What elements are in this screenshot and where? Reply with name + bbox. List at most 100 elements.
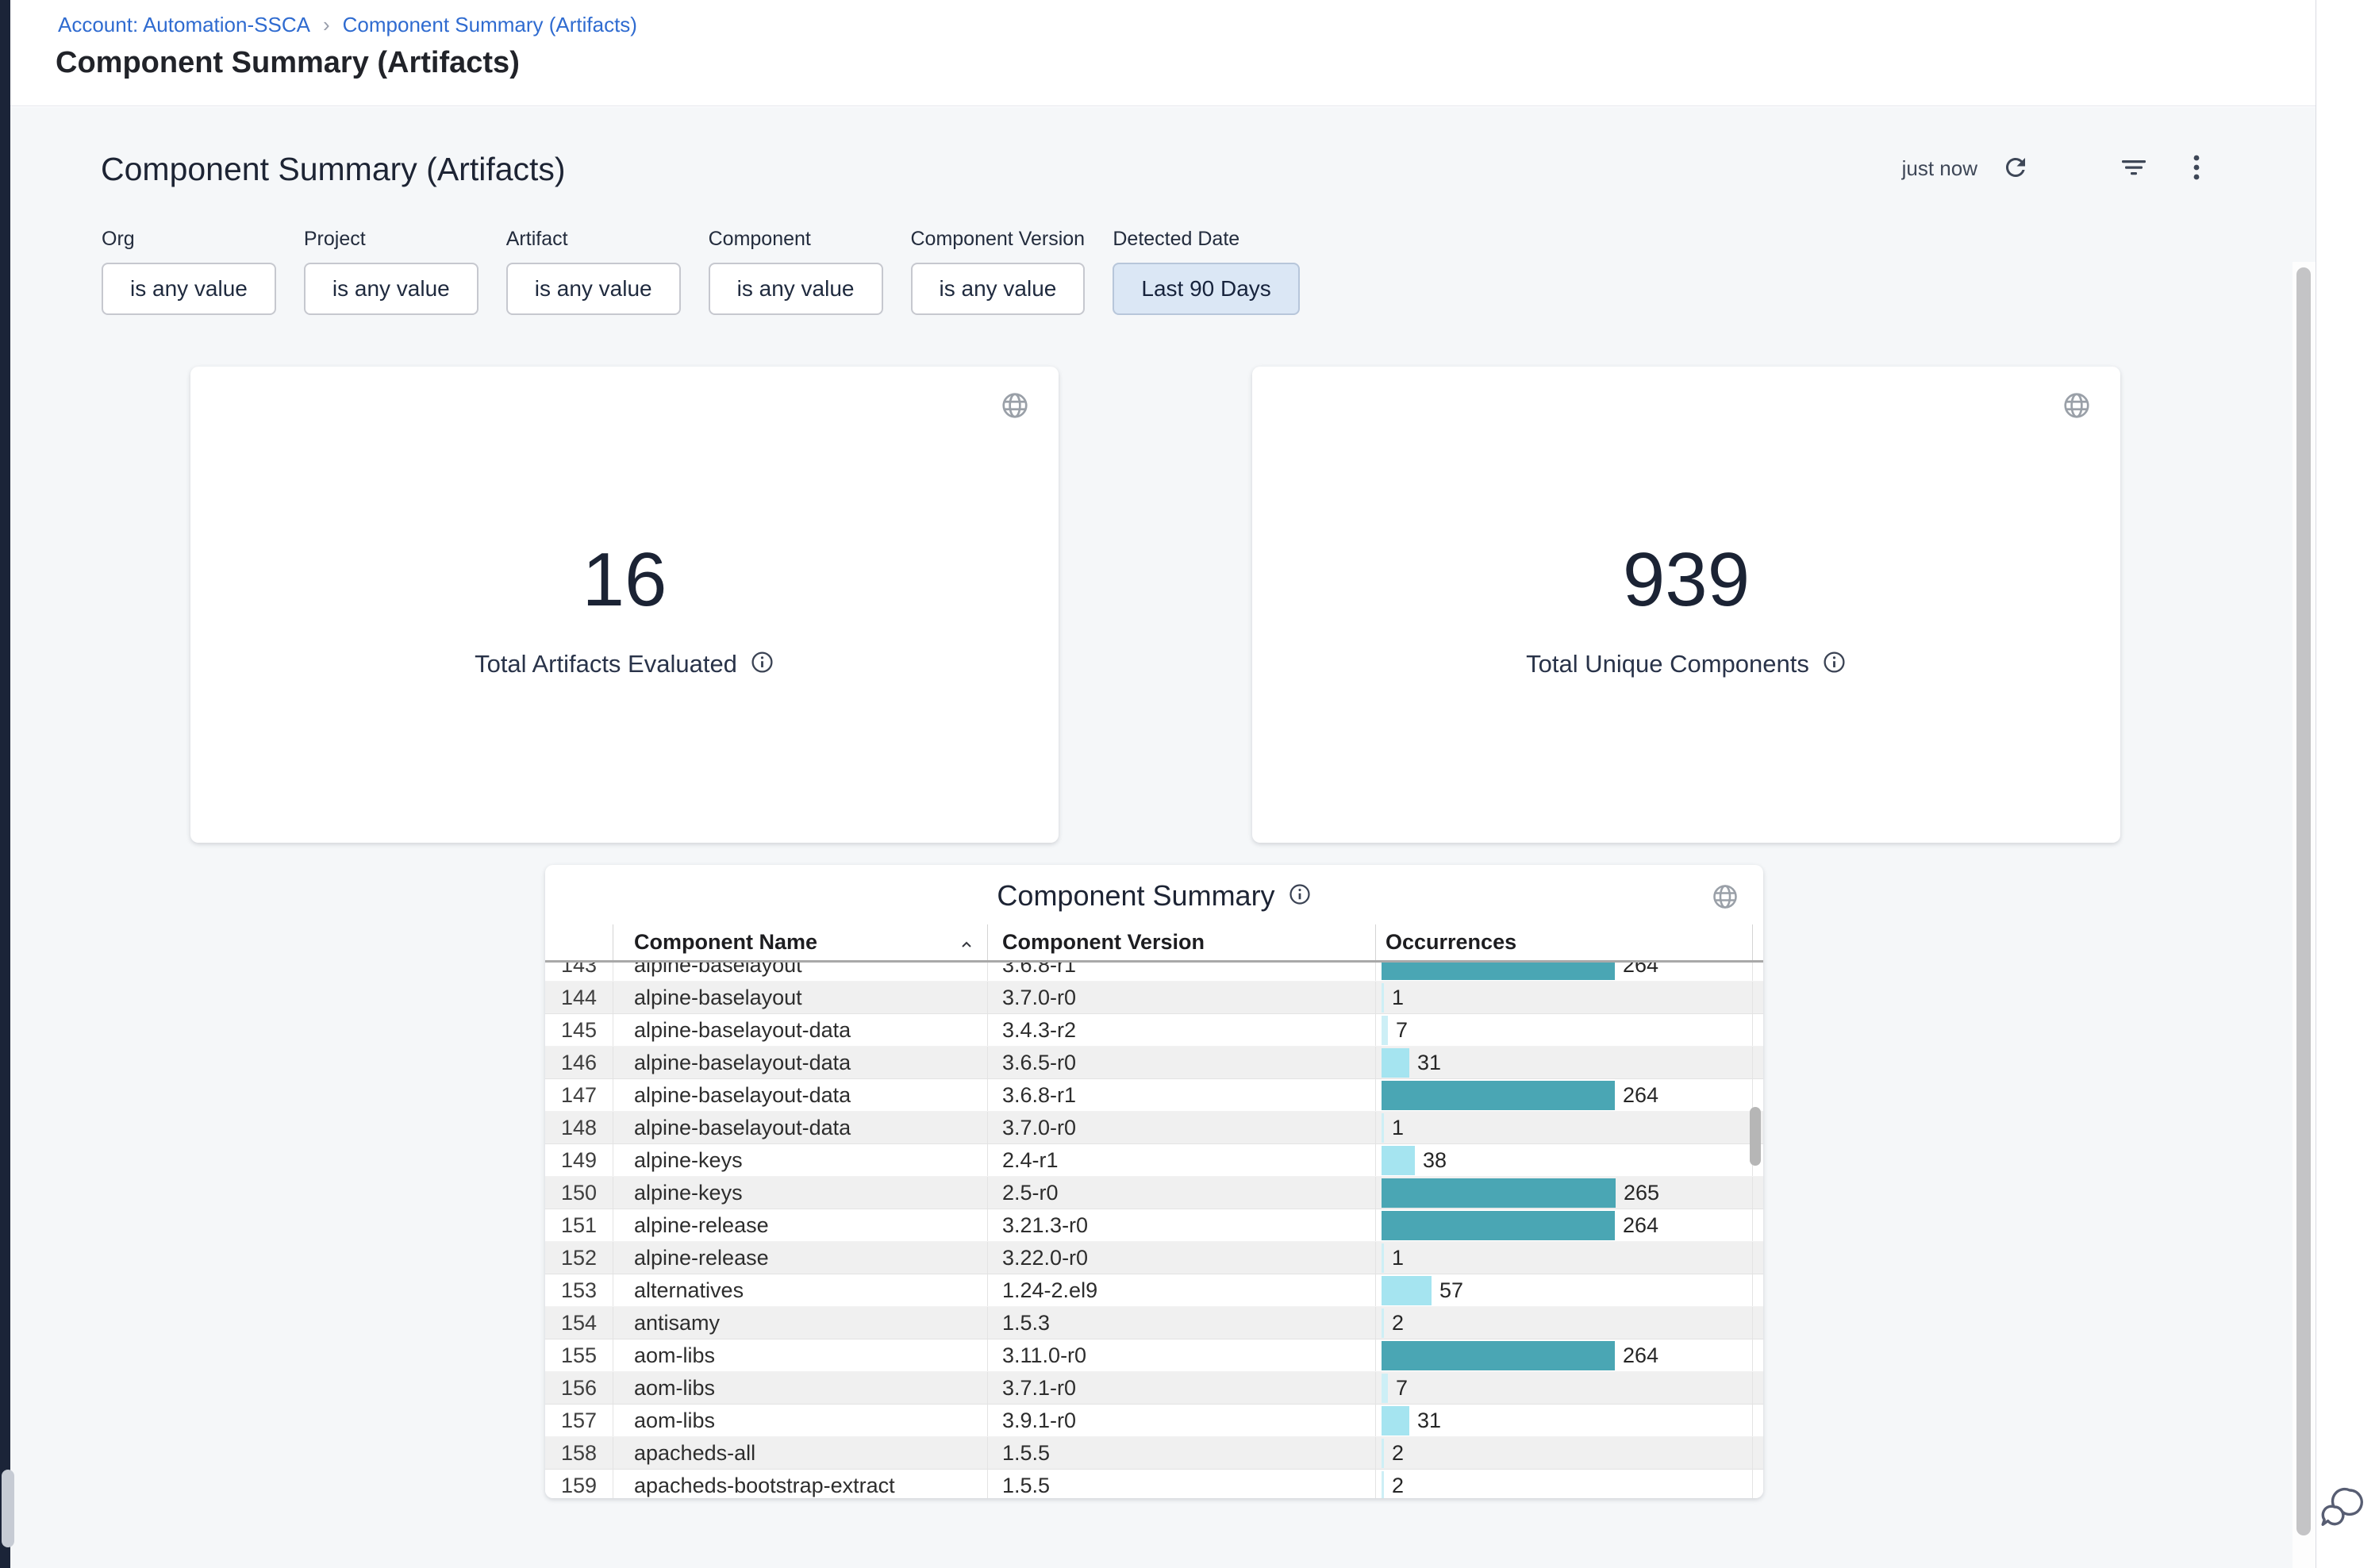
component-summary-table-card: Component Summary Component Name Compone… <box>545 865 1763 1498</box>
occurrence-bar <box>1382 1211 1615 1240</box>
component-name-cell: apacheds-all <box>613 1437 987 1469</box>
filter-value-button[interactable]: Last 90 Days <box>1113 263 1299 315</box>
component-version-cell: 2.5-r0 <box>987 1177 1375 1209</box>
tile-total-unique-components: 939 Total Unique Components <box>1252 367 2120 843</box>
occurrence-value: 2 <box>1392 1474 1404 1498</box>
occurrence-bar <box>1382 1178 1616 1208</box>
occurrences-cell: 38 <box>1375 1144 1753 1176</box>
dashboard-more-actions-button[interactable] <box>2192 153 2201 184</box>
occurrence-bar <box>1382 1016 1388 1045</box>
occurrence-bar <box>1382 1439 1384 1468</box>
row-index-cell: 148 <box>545 1112 613 1143</box>
occurrences-cell: 264 <box>1375 1079 1753 1111</box>
occurrence-value: 264 <box>1623 960 1658 978</box>
dashboard-filter: Detected Date Last 90 Days <box>1113 228 1299 315</box>
row-index-cell: 147 <box>545 1079 613 1111</box>
table-row: 159 apacheds-bootstrap-extract 1.5.5 2 <box>545 1470 1763 1498</box>
filter-value-button[interactable]: is any value <box>304 263 478 315</box>
column-header-occurrences[interactable]: Occurrences <box>1375 924 1753 960</box>
component-version-cell: 3.22.0-r0 <box>987 1242 1375 1274</box>
occurrence-value: 1 <box>1392 1116 1404 1140</box>
occurrence-bar <box>1382 1341 1615 1370</box>
occurrences-cell: 57 <box>1375 1274 1753 1306</box>
component-name-cell: alpine-keys <box>613 1177 987 1209</box>
top-header-bar: Account: Automation-SSCA › Component Sum… <box>10 0 2379 106</box>
filter-label: Component <box>709 228 883 251</box>
occurrence-value: 38 <box>1423 1148 1447 1173</box>
occurrences-cell: 265 <box>1375 1177 1753 1209</box>
column-header-component-name[interactable]: Component Name <box>613 924 987 960</box>
occurrence-value: 31 <box>1417 1409 1441 1433</box>
component-version-cell: 3.7.1-r0 <box>987 1372 1375 1404</box>
refresh-button[interactable] <box>2001 153 2030 184</box>
tile-label: Total Artifacts Evaluated <box>475 650 737 678</box>
dashboard-filter: Component is any value <box>709 228 883 315</box>
column-header-component-version[interactable]: Component Version <box>987 924 1375 960</box>
sidebar-scrollbar-thumb[interactable] <box>2 1470 14 1547</box>
occurrences-cell: 31 <box>1375 1047 1753 1078</box>
breadcrumb-link-account[interactable]: Account: Automation-SSCA <box>58 13 310 37</box>
breadcrumb-link-current[interactable]: Component Summary (Artifacts) <box>343 13 637 37</box>
component-name-cell: alpine-baselayout-data <box>613 1112 987 1143</box>
info-icon[interactable] <box>1822 650 1847 678</box>
occurrence-bar <box>1382 1406 1409 1435</box>
kebab-menu-icon <box>2192 153 2201 184</box>
occurrences-cell: 1 <box>1375 982 1753 1013</box>
component-version-cell: 3.4.3-r2 <box>987 1014 1375 1046</box>
occurrence-value: 7 <box>1396 1376 1408 1401</box>
occurrences-cell: 7 <box>1375 1372 1753 1404</box>
component-name-cell: alpine-release <box>613 1242 987 1274</box>
table-explore-button[interactable] <box>1711 882 1739 913</box>
row-index-cell: 154 <box>545 1307 613 1339</box>
info-icon[interactable] <box>1288 882 1312 910</box>
filter-value-button[interactable]: is any value <box>506 263 681 315</box>
table-row: 148 alpine-baselayout-data 3.7.0-r0 1 <box>545 1112 1763 1144</box>
filter-value-button[interactable]: is any value <box>709 263 883 315</box>
tile-value: 939 <box>1623 542 1750 618</box>
collapsed-sidebar <box>0 0 10 1568</box>
component-version-cell: 3.9.1-r0 <box>987 1405 1375 1436</box>
occurrence-bar <box>1382 1243 1384 1273</box>
filter-bar: Org is any value Project is any value Ar… <box>102 228 1300 315</box>
occurrences-cell: 264 <box>1375 1339 1753 1371</box>
dashboard-filter: Project is any value <box>304 228 478 315</box>
occurrence-value: 7 <box>1396 1018 1408 1043</box>
dashboard-filter: Org is any value <box>102 228 276 315</box>
component-name-cell: alpine-baselayout-data <box>613 1047 987 1078</box>
table-title: Component Summary <box>997 879 1274 913</box>
component-name-cell: alpine-baselayout-data <box>613 1079 987 1111</box>
filter-value-button[interactable]: is any value <box>102 263 276 315</box>
occurrences-cell: 2 <box>1375 1470 1753 1498</box>
occurrences-cell: 264 <box>1375 1209 1753 1241</box>
component-name-cell: aom-libs <box>613 1372 987 1404</box>
dashboard-filters-toggle-button[interactable] <box>2120 154 2147 183</box>
occurrence-bar <box>1382 1113 1384 1143</box>
page-scrollbar-thumb[interactable] <box>2296 267 2311 1535</box>
tile-total-artifacts: 16 Total Artifacts Evaluated <box>190 367 1059 843</box>
occurrence-value: 1 <box>1392 986 1404 1010</box>
chat-support-button[interactable] <box>2319 1484 2366 1531</box>
sort-ascending-icon <box>959 934 974 959</box>
table-row: 158 apacheds-all 1.5.5 2 <box>545 1437 1763 1470</box>
component-version-cell: 3.11.0-r0 <box>987 1339 1375 1371</box>
table-row: 155 aom-libs 3.11.0-r0 264 <box>545 1339 1763 1372</box>
info-icon[interactable] <box>750 650 774 678</box>
table-scrollbar-thumb[interactable] <box>1750 1107 1761 1166</box>
component-name-cell: aom-libs <box>613 1405 987 1436</box>
right-edge-strip <box>2316 0 2379 1568</box>
occurrences-cell: 2 <box>1375 1307 1753 1339</box>
occurrence-bar <box>1382 1309 1384 1338</box>
tile-value: 16 <box>582 542 667 618</box>
row-index-cell: 144 <box>545 982 613 1013</box>
occurrence-bar <box>1382 960 1615 980</box>
table-row: 144 alpine-baselayout 3.7.0-r0 1 <box>545 982 1763 1014</box>
filter-value-button[interactable]: is any value <box>911 263 1086 315</box>
occurrence-bar <box>1382 1146 1415 1175</box>
component-version-cell: 3.6.8-r1 <box>987 1079 1375 1111</box>
table-row: 153 alternatives 1.24-2.el9 57 <box>545 1274 1763 1307</box>
component-version-cell: 3.21.3-r0 <box>987 1209 1375 1241</box>
occurrences-cell: 2 <box>1375 1437 1753 1469</box>
occurrences-cell: 1 <box>1375 1242 1753 1274</box>
row-index-cell: 153 <box>545 1274 613 1306</box>
occurrences-cell: 7 <box>1375 1014 1753 1046</box>
